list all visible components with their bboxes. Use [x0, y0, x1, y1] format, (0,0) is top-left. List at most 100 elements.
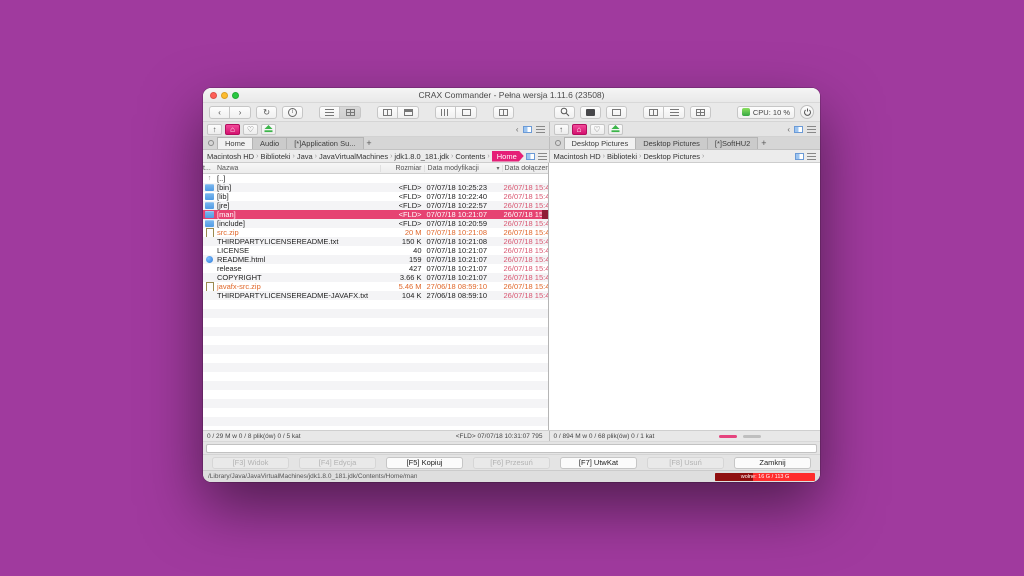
breadcrumb-item[interactable]: Macintosh HD [554, 152, 601, 161]
column-type[interactable]: t... [203, 165, 216, 172]
forward-button[interactable]: › [230, 106, 251, 119]
breadcrumb-item[interactable]: JavaVirtualMachines [319, 152, 388, 161]
preview-button[interactable] [606, 106, 627, 119]
right-eject-button[interactable] [608, 124, 623, 135]
left-crumb-panel-icon[interactable] [526, 153, 535, 160]
right-tab-softhu2[interactable]: [*]SoftHU2 [707, 137, 758, 149]
file-row[interactable]: README.html 159 07/07/18 10:21:07 26/07/… [203, 255, 548, 264]
file-size: 104 K [380, 291, 424, 300]
left-tab-home[interactable]: Home [217, 137, 253, 149]
refresh-button[interactable]: ↻ [256, 106, 277, 119]
right-file-pane[interactable] [549, 163, 820, 430]
right-crumb-panel-icon[interactable] [795, 153, 804, 160]
left-up-dir-button[interactable]: ↑ [207, 124, 222, 135]
back-button[interactable]: ‹ [209, 106, 230, 119]
empty-list-area[interactable] [203, 300, 548, 430]
close-window-button[interactable]: Zamknij [734, 457, 811, 469]
left-crumb-list-icon[interactable] [538, 153, 547, 160]
file-row[interactable]: [bin] <FLD> 07/07/18 10:25:23 26/07/18 1… [203, 183, 548, 192]
left-tab-audio[interactable]: Audio [252, 137, 287, 149]
function-key-bar: [F3] Widok [F4] Edycja [F5] Kopiuj [F6] … [203, 454, 820, 470]
layout-split-button[interactable] [377, 106, 398, 119]
breadcrumb-current-chip[interactable]: Home [492, 151, 524, 162]
sync-tool-button[interactable] [664, 106, 685, 119]
left-home-button[interactable]: ⌂ [225, 124, 240, 135]
f8-delete-button[interactable]: [F8] Usuń [647, 457, 724, 469]
breadcrumb-item[interactable]: Desktop Pictures [643, 152, 700, 161]
settings-button[interactable] [690, 106, 711, 119]
column-modified[interactable]: Data modyfikacji ▾ [424, 165, 502, 172]
file-size: 159 [380, 255, 424, 264]
panel-right-button[interactable] [456, 106, 477, 119]
file-row[interactable]: LICENSE 40 07/07/18 10:21:07 26/07/18 15… [203, 246, 548, 255]
close-button[interactable] [210, 92, 217, 99]
zoom-button[interactable] [232, 92, 239, 99]
view-full-button[interactable] [340, 106, 361, 119]
sync-icon [670, 109, 679, 116]
left-tab-application[interactable]: [*]Application Su... [286, 137, 363, 149]
panel-left-button[interactable] [435, 106, 456, 119]
file-added: 26/07/18 15:4 [502, 237, 548, 246]
search-button[interactable] [554, 106, 575, 119]
breadcrumb-item[interactable]: Biblioteki [260, 152, 290, 161]
file-row-selected[interactable]: [man] <FLD> 07/07/18 10:21:07 26/07/18 1… [203, 210, 548, 219]
column-added[interactable]: Data dołączenia [502, 165, 548, 172]
right-favorites-button[interactable]: ♡ [590, 124, 605, 135]
file-row[interactable]: src.zip 20 M 07/07/18 10:21:08 26/07/18 … [203, 228, 548, 237]
breadcrumb-item[interactable]: Macintosh HD [207, 152, 254, 161]
command-input[interactable] [206, 444, 817, 453]
sort-indicator-icon: ▾ [497, 165, 500, 172]
file-row[interactable]: [lib] <FLD> 07/07/18 10:22:40 26/07/18 1… [203, 192, 548, 201]
file-name: src.zip [216, 228, 380, 237]
breadcrumb-item[interactable]: Java [297, 152, 313, 161]
detail-view-icon [346, 109, 355, 116]
file-row[interactable]: THIRDPARTYLICENSEREADME.txt 150 K 07/07/… [203, 237, 548, 246]
breadcrumb-item[interactable]: Biblioteki [607, 152, 637, 161]
copy-tool-button[interactable] [643, 106, 664, 119]
terminal-button[interactable] [580, 106, 601, 119]
file-row[interactable]: COPYRIGHT 3.66 K 07/07/18 10:21:07 26/07… [203, 273, 548, 282]
eject-icon [264, 125, 273, 133]
minimize-button[interactable] [221, 92, 228, 99]
left-history-back-button[interactable]: ‹ [516, 125, 519, 134]
cpu-indicator[interactable]: CPU: 10 % [737, 106, 795, 119]
right-tab-desktop-pictures-1[interactable]: Desktop Pictures [564, 137, 637, 149]
f3-view-button[interactable]: [F3] Widok [212, 457, 289, 469]
f5-copy-button[interactable]: [F5] Kopiuj [386, 457, 463, 469]
right-history-back-button[interactable]: ‹ [787, 125, 790, 134]
left-eject-button[interactable] [261, 124, 276, 135]
file-modified: 07/07/18 10:21:07 [424, 246, 502, 255]
power-button[interactable] [800, 105, 814, 119]
right-list-mode-icon[interactable] [807, 126, 816, 133]
right-panel-mode-icon[interactable] [794, 126, 803, 133]
layout-horizontal-button[interactable] [398, 106, 419, 119]
right-tab-desktop-pictures-2[interactable]: Desktop Pictures [635, 137, 708, 149]
f7-mkdir-button[interactable]: [F7] UtwKat [560, 457, 637, 469]
copy-icon [649, 109, 658, 116]
right-home-button[interactable]: ⌂ [572, 124, 587, 135]
file-row[interactable]: javafx-src.zip 5.46 M 27/06/18 08:59:10 … [203, 282, 548, 291]
f4-edit-button[interactable]: [F4] Edycja [299, 457, 376, 469]
left-favorites-button[interactable]: ♡ [243, 124, 258, 135]
fullscreen-panel-button[interactable] [493, 106, 514, 119]
right-new-tab-button[interactable]: + [757, 137, 770, 149]
left-new-tab-button[interactable]: + [363, 137, 376, 149]
file-row[interactable]: [jre] <FLD> 07/07/18 10:22:57 26/07/18 1… [203, 201, 548, 210]
f6-move-button[interactable]: [F6] Przesuń [473, 457, 550, 469]
breadcrumb-item[interactable]: jdk1.8.0_181.jdk [394, 152, 449, 161]
file-row[interactable]: THIRDPARTYLICENSEREADME-JAVAFX.txt 104 K… [203, 291, 548, 300]
left-list-mode-icon[interactable] [536, 126, 545, 133]
right-up-dir-button[interactable]: ↑ [554, 124, 569, 135]
right-crumb-list-icon[interactable] [807, 153, 816, 160]
column-size[interactable]: Rozmiar [380, 165, 424, 172]
file-row[interactable]: [..] [203, 174, 548, 183]
breadcrumb-item[interactable]: Contents [455, 152, 485, 161]
file-name: LICENSE [216, 246, 380, 255]
left-panel-mode-icon[interactable] [523, 126, 532, 133]
view-brief-button[interactable] [319, 106, 340, 119]
column-name[interactable]: Nazwa [216, 165, 380, 172]
file-row[interactable]: release 427 07/07/18 10:21:07 26/07/18 1… [203, 264, 548, 273]
info-button[interactable]: i [282, 106, 303, 119]
file-row[interactable]: [include] <FLD> 07/07/18 10:20:59 26/07/… [203, 219, 548, 228]
home-icon: ⌂ [577, 125, 582, 134]
